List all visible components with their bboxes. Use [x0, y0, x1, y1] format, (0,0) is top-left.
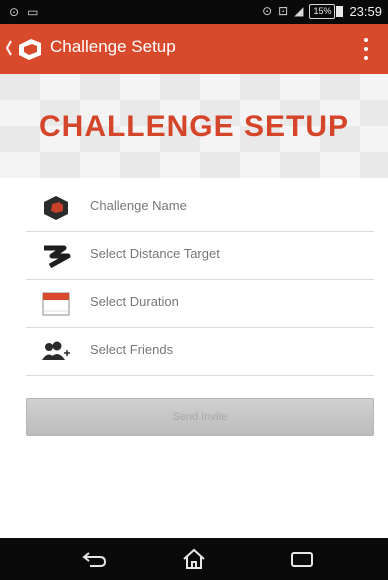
- clock: 23:59: [349, 3, 382, 19]
- friends-label: Select Friends: [90, 342, 174, 357]
- banner-title: CHALLENGE SETUP: [38, 110, 350, 143]
- distance-target-label: Select Distance Target: [90, 246, 220, 261]
- vibrate-icon: ⊡: [278, 4, 289, 18]
- challenge-badge-icon: [44, 195, 68, 220]
- duration-selector[interactable]: Select Duration: [26, 280, 374, 328]
- up-chevron-icon[interactable]: [6, 40, 12, 56]
- challenge-name-label: Challenge Name: [90, 198, 187, 213]
- page-title: Challenge Setup: [50, 37, 176, 56]
- signal-icon: ◢: [294, 4, 304, 18]
- status-bar: ⊙ ▭ ⊙ ⊡ ◢ 15% 23:59: [0, 0, 388, 24]
- battery-icon: [336, 5, 344, 17]
- message-icon: ▭: [27, 5, 39, 19]
- challenge-name-field[interactable]: Challenge Name: [26, 184, 374, 232]
- distance-target-selector[interactable]: Select Distance Target: [26, 232, 374, 280]
- header-banner: CHALLENGE SETUP: [0, 74, 388, 178]
- notification-icon: ⊙: [9, 5, 20, 19]
- calendar-icon: [42, 292, 70, 315]
- recents-icon[interactable]: [288, 548, 316, 570]
- alarm-icon: ⊙: [262, 4, 273, 18]
- friends-selector[interactable]: Select Friends: [26, 328, 374, 376]
- home-icon[interactable]: [180, 548, 208, 570]
- back-icon[interactable]: [80, 548, 108, 570]
- road-icon: [44, 245, 71, 268]
- duration-label: Select Duration: [90, 294, 179, 309]
- overflow-menu-icon[interactable]: [364, 38, 370, 60]
- app-logo-icon[interactable]: [16, 36, 44, 62]
- add-friends-icon: [42, 341, 70, 360]
- navigation-bar: [0, 538, 388, 580]
- battery-indicator: 15%: [309, 3, 336, 19]
- send-invite-button[interactable]: Send Invite: [26, 398, 374, 436]
- action-bar: Challenge Setup: [0, 24, 388, 74]
- challenge-form: Challenge Name Select Distance Target Se…: [26, 184, 374, 376]
